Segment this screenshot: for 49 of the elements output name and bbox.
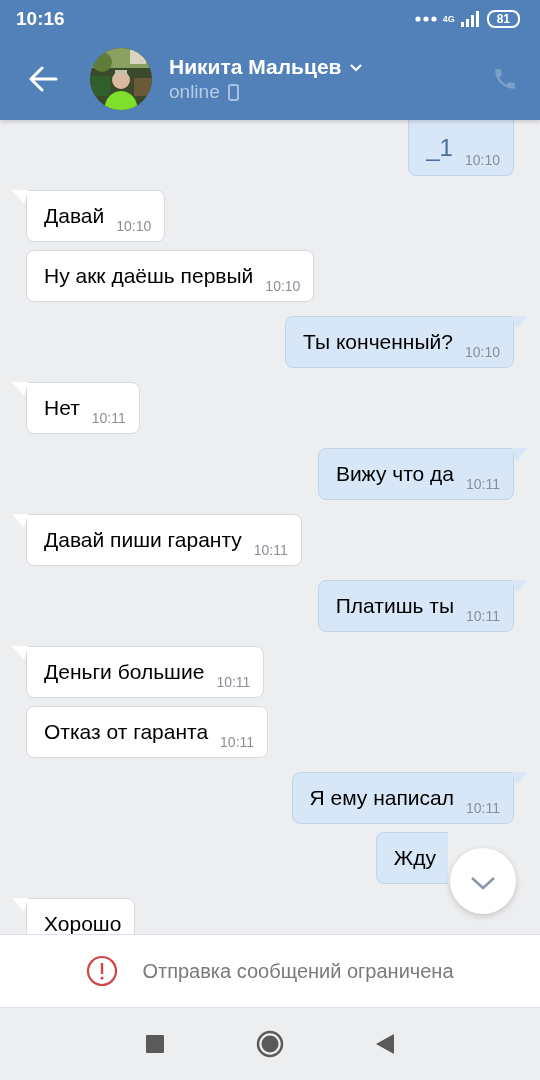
message-text: Отказ от гаранта: [44, 720, 209, 744]
home-button[interactable]: [256, 1030, 284, 1058]
message-text: Деньги большие: [44, 660, 205, 684]
message-text: Я ему написал: [309, 786, 454, 810]
chevron-down-icon: [469, 874, 497, 891]
bubble-tail-icon: [512, 316, 528, 330]
message-time: 10:10: [265, 278, 301, 294]
arrow-left-icon: [28, 66, 58, 92]
message-time: 10:10: [464, 344, 500, 360]
message-time: 10:11: [91, 410, 126, 426]
warning-icon: [86, 955, 119, 987]
message-time: 10:10: [116, 218, 152, 234]
signal-icon: [460, 11, 481, 27]
message-time: 10:10: [464, 152, 500, 168]
message-text: Жду: [393, 846, 436, 870]
bubble-tail-icon: [12, 190, 28, 204]
bubble-tail-icon: [512, 772, 528, 786]
bubble-tail-icon: [12, 514, 28, 528]
phone-icon: [492, 66, 518, 92]
back-nav-button[interactable]: [376, 1034, 394, 1054]
message-text: Ну акк даёшь первый: [44, 264, 254, 288]
battery-level: 81: [486, 10, 520, 28]
message-text: Платишь ты: [335, 594, 454, 618]
more-dots-icon: [414, 16, 437, 22]
message-text: Ты конченный?: [303, 330, 453, 354]
message-time: 10:11: [466, 800, 500, 816]
message-time: 10:11: [253, 542, 288, 558]
bubble-tail-icon: [12, 898, 28, 912]
status-time: 10:16: [16, 8, 65, 30]
message-time: 10:11: [216, 674, 251, 690]
restriction-notice: Отправка сообщений ограничена: [142, 959, 454, 983]
phone-device-icon: [227, 83, 239, 101]
network-type: 4G: [442, 14, 455, 24]
message-time: 10:11: [220, 734, 255, 750]
message-text: Давай: [44, 204, 105, 228]
message-bubble[interactable]: Жду: [375, 832, 448, 884]
online-status: online: [169, 81, 220, 103]
bubble-tail-icon: [512, 580, 528, 594]
message-time: 10:11: [466, 476, 500, 492]
message-text: _1: [426, 134, 453, 162]
message-text: Вижу что да: [335, 462, 454, 486]
chevron-down-icon[interactable]: [349, 62, 364, 72]
bubble-tail-icon: [12, 646, 28, 660]
message-text: Давай пиши гаранту: [44, 528, 242, 552]
contact-name[interactable]: Никита Мальцев: [169, 55, 342, 79]
bubble-tail-icon: [512, 448, 528, 462]
bubble-tail-icon: [12, 382, 28, 396]
message-text: Нет: [44, 396, 80, 420]
message-time: 10:11: [466, 608, 500, 624]
